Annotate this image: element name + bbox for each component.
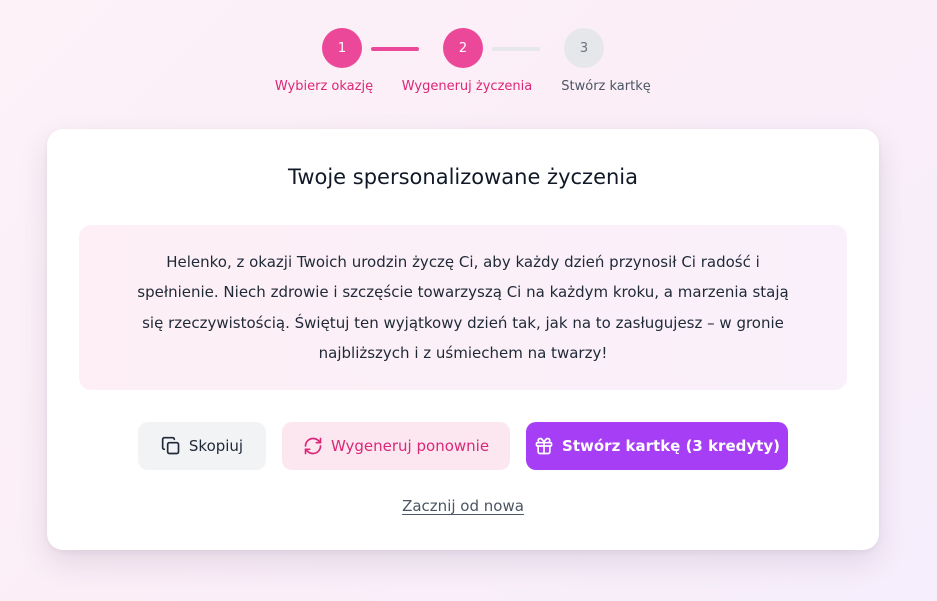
- step-1-label: Wybierz okazję: [274, 79, 374, 94]
- progress-stepper: 1 2 3 Wybierz okazję Wygeneruj życzenia …: [0, 28, 937, 98]
- create-card-button[interactable]: Stwórz kartkę (3 kredyty): [526, 422, 788, 470]
- copy-button-label: Skopiuj: [188, 437, 244, 455]
- step-1-circle: 1: [322, 28, 362, 68]
- wishes-card: Twoje spersonalizowane życzenia Helenko,…: [47, 129, 879, 550]
- step-connector-2: [492, 47, 540, 51]
- copy-icon: [161, 436, 181, 456]
- generated-message: Helenko, z okazji Twoich urodzin życzę C…: [137, 252, 789, 363]
- regenerate-button-label: Wygeneruj ponownie: [330, 437, 490, 455]
- step-3-circle: 3: [564, 28, 604, 68]
- gift-icon: [534, 436, 554, 456]
- step-2-number: 2: [458, 40, 468, 56]
- step-2-label: Wygeneruj życzenia: [401, 79, 533, 94]
- generated-message-box: Helenko, z okazji Twoich urodzin życzę C…: [79, 225, 847, 390]
- refresh-icon: [303, 436, 323, 456]
- create-card-button-label: Stwórz kartkę (3 kredyty): [562, 437, 780, 455]
- start-over-link[interactable]: Zacznij od nowa: [47, 497, 879, 515]
- card-title: Twoje spersonalizowane życzenia: [287, 165, 639, 189]
- step-1-number: 1: [337, 40, 347, 56]
- step-3-number: 3: [579, 40, 589, 56]
- step-3-label: Stwórz kartkę: [561, 79, 651, 94]
- step-connector-1: [371, 47, 419, 51]
- copy-button[interactable]: Skopiuj: [138, 422, 266, 470]
- step-2-circle: 2: [443, 28, 483, 68]
- regenerate-button[interactable]: Wygeneruj ponownie: [282, 422, 510, 470]
